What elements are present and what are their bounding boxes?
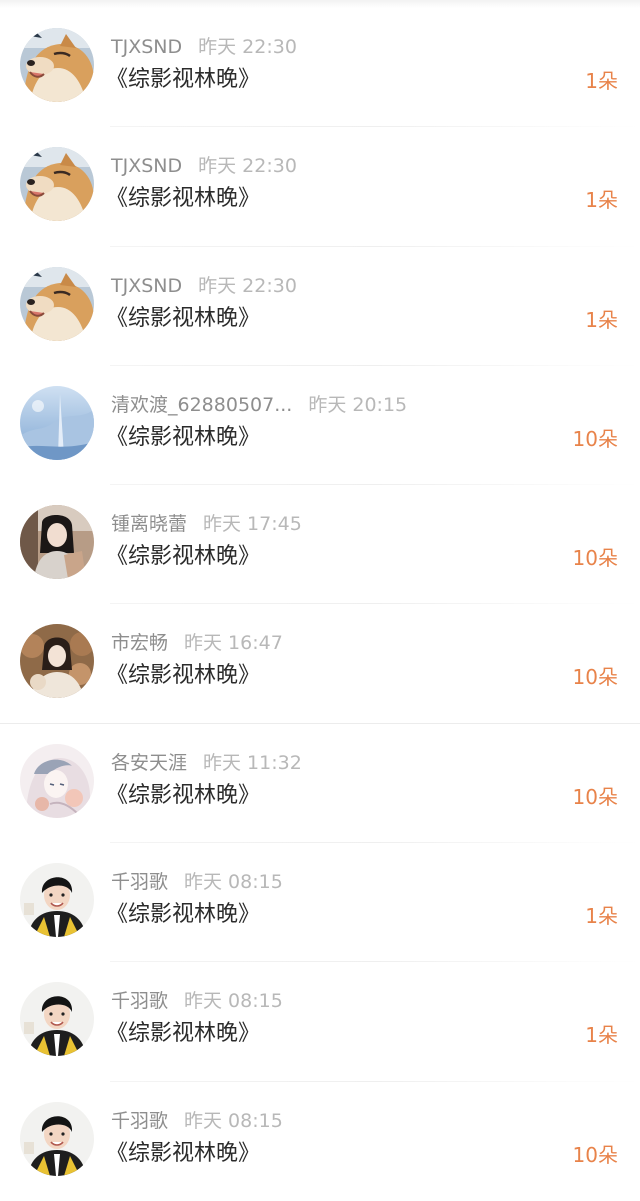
item-meta: 市宏畅 昨天 16:47 [111, 631, 283, 655]
book-title[interactable]: 《综影视林晚》 [106, 1020, 260, 1048]
item-meta: TJXSND 昨天 22:30 [111, 154, 297, 178]
list-item[interactable]: TJXSND 昨天 22:30 《综影视林晚》 1朵 [0, 247, 640, 366]
list-item[interactable]: 锺离晓蕾 昨天 17:45 《综影视林晚》 10朵 [0, 485, 640, 605]
item-meta: TJXSND 昨天 22:30 [111, 35, 297, 59]
timestamp: 昨天 22:30 [198, 155, 297, 178]
top-edge [0, 0, 640, 8]
flower-count: 10朵 [572, 546, 618, 571]
item-meta: 千羽歌 昨天 08:15 [111, 870, 283, 894]
item-meta: 清欢渡_62880507... 昨天 20:15 [111, 393, 407, 417]
timestamp: 昨天 22:30 [198, 274, 297, 297]
flower-count: 10朵 [572, 426, 618, 451]
flower-count: 10朵 [572, 784, 618, 809]
username[interactable]: 千羽歌 [111, 990, 168, 1012]
username[interactable]: TJXSND [111, 36, 182, 58]
book-title[interactable]: 《综影视林晚》 [106, 901, 260, 929]
flower-count: 1朵 [585, 904, 618, 929]
timestamp: 昨天 22:30 [198, 36, 297, 58]
item-meta: TJXSND 昨天 22:30 [111, 274, 297, 298]
list-item[interactable]: 各安天涯 昨天 11:32 《综影视林晚》 10朵 [0, 724, 640, 844]
flower-count: 1朵 [585, 1023, 618, 1048]
flower-count: 1朵 [585, 69, 618, 93]
book-title[interactable]: 《综影视林晚》 [106, 66, 260, 94]
book-title[interactable]: 《综影视林晚》 [106, 662, 260, 690]
boy-portrait-avatar[interactable] [20, 982, 94, 1056]
illustration-avatar[interactable] [20, 744, 94, 818]
shiba-dog-avatar[interactable] [20, 267, 94, 341]
timestamp: 昨天 16:47 [184, 632, 283, 655]
boy-portrait-avatar[interactable] [20, 863, 94, 937]
list-item[interactable]: 清欢渡_62880507... 昨天 20:15 《综影视林晚》 10朵 [0, 366, 640, 486]
list-item[interactable]: TJXSND 昨天 22:30 《综影视林晚》 1朵 [0, 127, 640, 247]
timestamp: 昨天 11:32 [203, 751, 302, 774]
username[interactable]: TJXSND [111, 275, 182, 297]
list-item[interactable]: 千羽歌 昨天 08:15 《综影视林晚》 10朵 [0, 1082, 640, 1201]
list-item[interactable]: 市宏畅 昨天 16:47 《综影视林晚》 10朵 [0, 604, 640, 724]
timestamp: 昨天 08:15 [184, 871, 283, 894]
list-item[interactable]: TJXSND 昨天 22:30 《综影视林晚》 1朵 [0, 8, 640, 128]
timestamp: 昨天 08:15 [184, 1109, 283, 1132]
flower-count: 1朵 [585, 188, 618, 213]
item-meta: 千羽歌 昨天 08:15 [111, 989, 283, 1013]
username[interactable]: 各安天涯 [111, 752, 187, 774]
flower-count: 10朵 [572, 665, 618, 690]
book-title[interactable]: 《综影视林晚》 [106, 782, 260, 810]
girl-photo-avatar[interactable] [20, 505, 94, 579]
timestamp: 昨天 20:15 [308, 393, 408, 416]
username[interactable]: 锺离晓蕾 [111, 513, 187, 535]
book-title[interactable]: 《综影视林晚》 [106, 305, 260, 333]
list-item[interactable]: 千羽歌 昨天 08:15 《综影视林晚》 1朵 [0, 843, 640, 963]
book-title[interactable]: 《综影视林晚》 [106, 185, 260, 213]
flower-record-list: TJXSND 昨天 22:30 《综影视林晚》 1朵 TJXSND 昨天 22:30… [0, 8, 640, 1201]
timestamp: 昨天 08:15 [184, 990, 283, 1013]
list-item[interactable]: 千羽歌 昨天 08:15 《综影视林晚》 1朵 [0, 962, 640, 1082]
flower-count: 10朵 [572, 1142, 618, 1167]
item-meta: 千羽歌 昨天 08:15 [111, 1109, 283, 1133]
timestamp: 昨天 17:45 [203, 513, 302, 536]
shiba-dog-avatar[interactable] [20, 28, 94, 102]
username[interactable]: 清欢渡_62880507... [111, 394, 292, 416]
girl-plush-avatar[interactable] [20, 624, 94, 698]
blue-landscape-avatar[interactable] [20, 386, 94, 460]
item-meta: 锺离晓蕾 昨天 17:45 [111, 512, 302, 536]
book-title[interactable]: 《综影视林晚》 [106, 1140, 260, 1168]
username[interactable]: 千羽歌 [111, 1110, 168, 1132]
flower-count: 1朵 [585, 307, 618, 332]
username[interactable]: 市宏畅 [111, 632, 168, 654]
book-title[interactable]: 《综影视林晚》 [106, 543, 260, 571]
item-meta: 各安天涯 昨天 11:32 [111, 751, 302, 775]
boy-portrait-avatar[interactable] [20, 1102, 94, 1176]
username[interactable]: TJXSND [111, 155, 182, 177]
username[interactable]: 千羽歌 [111, 871, 168, 893]
shiba-dog-avatar[interactable] [20, 147, 94, 221]
book-title[interactable]: 《综影视林晚》 [106, 424, 260, 452]
